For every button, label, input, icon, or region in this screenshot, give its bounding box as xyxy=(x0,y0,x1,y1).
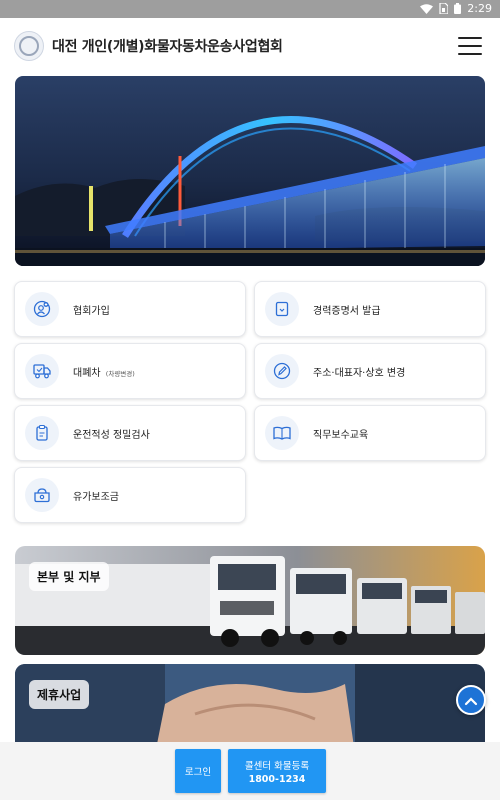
chevron-up-icon xyxy=(464,691,478,710)
menu-item-vehicle-change[interactable]: 대폐차 (차량변경) xyxy=(14,343,246,399)
association-logo xyxy=(14,31,44,61)
menu-item-membership[interactable]: 협회가입 xyxy=(14,281,246,337)
menu-item-aptitude-test[interactable]: 운전적성 정밀검사 xyxy=(14,405,246,461)
banner-label: 본부 및 지부 xyxy=(29,562,109,591)
fuel-subsidy-icon xyxy=(25,478,59,512)
user-add-icon xyxy=(25,292,59,326)
call-center-number: 1800-1234 xyxy=(248,773,306,785)
menu-item-fuel-subsidy[interactable]: 유가보조금 xyxy=(14,467,246,523)
app-bar: 대전 개인(개별)화물자동차운송사업협회 xyxy=(0,18,500,74)
hamburger-menu-icon[interactable] xyxy=(458,37,482,55)
menu-item-sublabel: (차량변경) xyxy=(105,369,135,378)
banner-branches[interactable]: 본부 및 지부 xyxy=(15,546,485,655)
truck-icon xyxy=(25,354,59,388)
clipboard-icon xyxy=(25,416,59,450)
page-title: 대전 개인(개별)화물자동차운송사업협회 xyxy=(52,39,283,55)
sim-icon xyxy=(439,3,449,14)
call-center-button[interactable]: 콜센터 화물등록 1800-1234 xyxy=(228,749,326,793)
menu-item-career-certificate[interactable]: 경력증명서 발급 xyxy=(254,281,486,337)
document-icon xyxy=(265,292,299,326)
login-button[interactable]: 로그인 xyxy=(175,749,221,793)
menu-item-label: 주소·대표자·상호 변경 xyxy=(313,367,406,379)
call-center-label: 콜센터 화물등록 xyxy=(244,760,310,772)
menu-item-label: 경력증명서 발급 xyxy=(313,305,381,317)
menu-item-info-change[interactable]: 주소·대표자·상호 변경 xyxy=(254,343,486,399)
hero-banner-image xyxy=(15,76,485,266)
wifi-icon xyxy=(420,3,434,14)
menu-item-label: 협회가입 xyxy=(73,305,110,317)
handshake-banner-image xyxy=(15,664,485,754)
menu-item-label: 운전적성 정밀검사 xyxy=(73,429,150,441)
battery-icon xyxy=(454,3,462,14)
book-icon xyxy=(265,416,299,450)
pencil-icon xyxy=(265,354,299,388)
menu-item-label: 대폐차 (차량변경) xyxy=(73,367,135,379)
banner-label: 제휴사업 xyxy=(29,680,90,709)
bottom-action-bar: 로그인 콜센터 화물등록 1800-1234 xyxy=(0,742,500,800)
scroll-to-top-button[interactable] xyxy=(456,685,486,715)
menu-item-label: 직무보수교육 xyxy=(313,429,369,441)
banner-partnership[interactable]: 제휴사업 xyxy=(15,664,485,754)
login-label: 로그인 xyxy=(184,767,212,778)
menu-item-job-training[interactable]: 직무보수교육 xyxy=(254,405,486,461)
menu-item-label: 유가보조금 xyxy=(73,491,119,503)
status-time: 2:29 xyxy=(467,2,492,15)
status-bar: 2:29 xyxy=(0,0,500,18)
